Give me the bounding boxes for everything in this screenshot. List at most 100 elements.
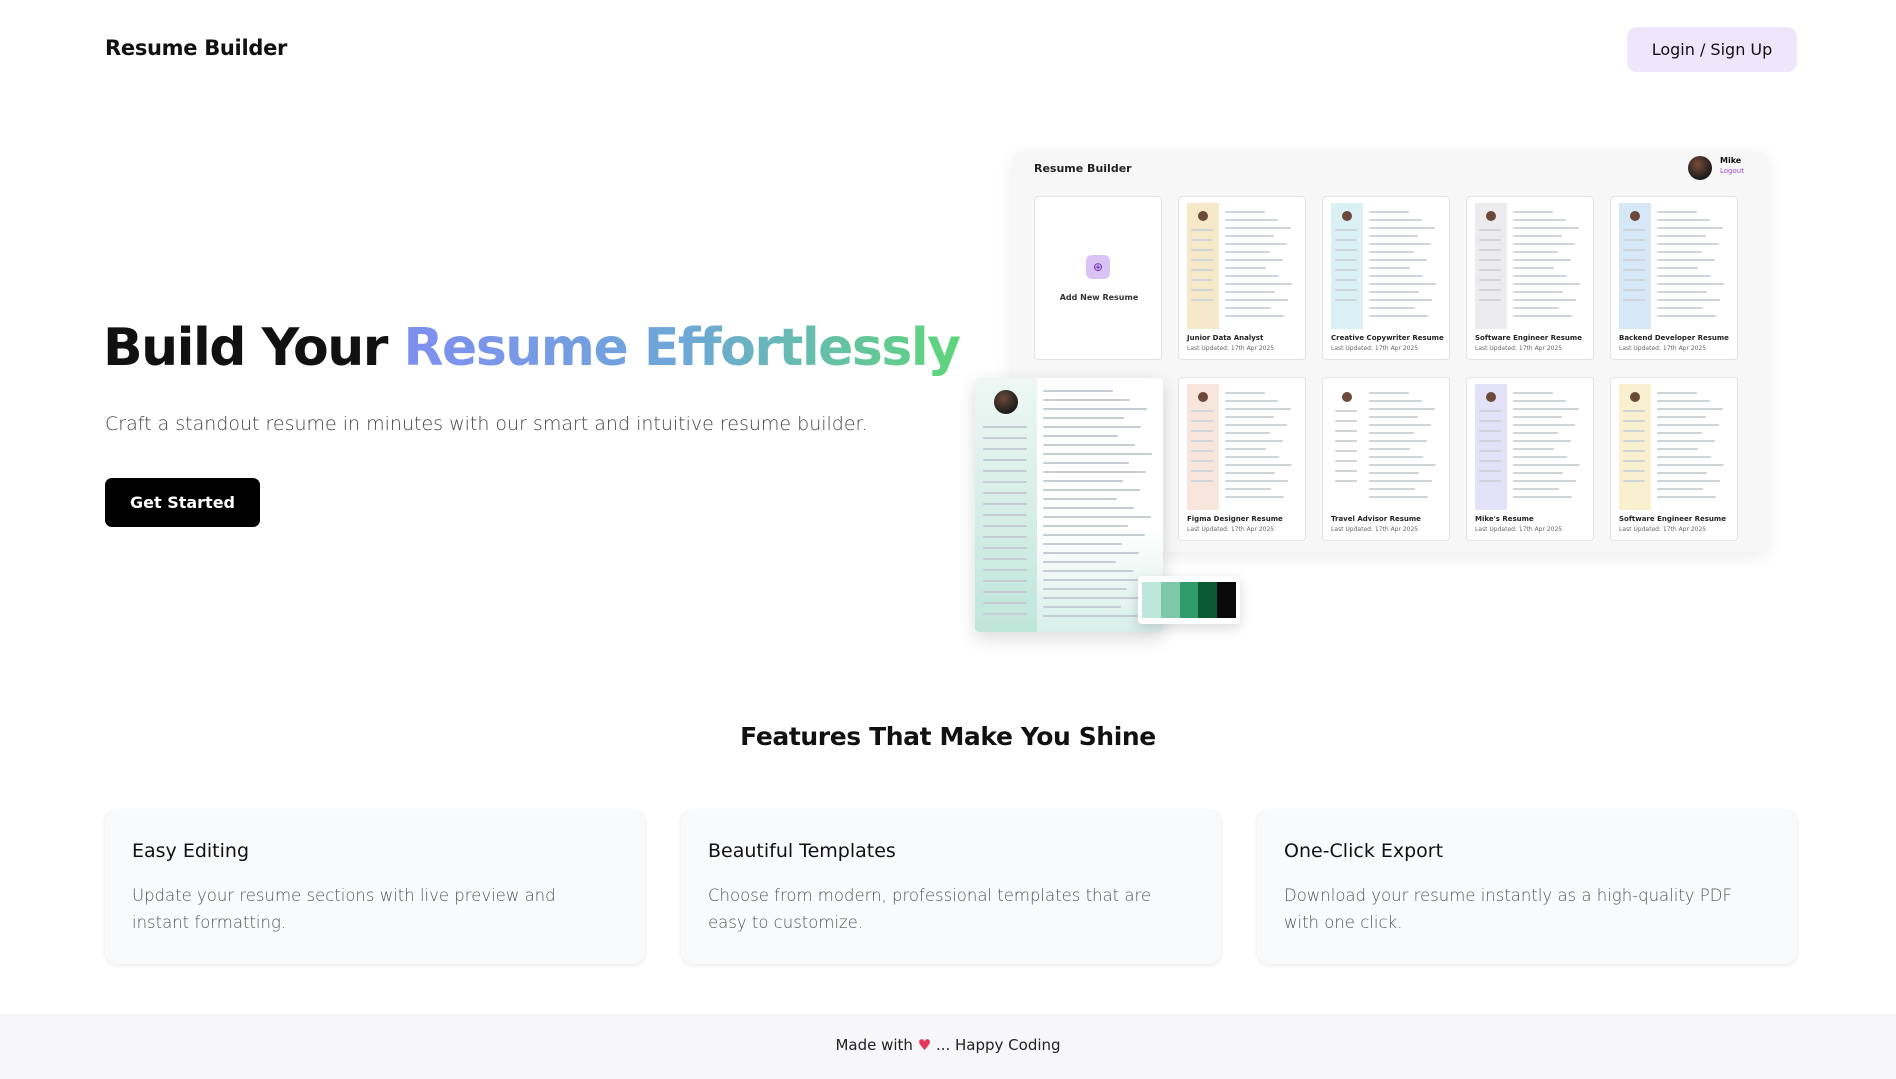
resume-thumbnail: [1187, 384, 1297, 510]
resume-thumbnail-line: [1369, 424, 1431, 426]
resume-thumbnail-line: [1623, 410, 1645, 412]
resume-thumbnail-line: [1513, 235, 1562, 237]
resume-card-name: Travel Advisor Resume: [1331, 515, 1421, 523]
resume-card-date: Last Updated: 17th Apr 2025: [1475, 345, 1563, 352]
resume-thumbnail-sidebar: [1187, 384, 1219, 510]
resume-thumbnail-line: [1191, 460, 1213, 462]
resume-thumbnail-avatar: [1630, 211, 1640, 221]
preview-add-resume-card: ⊕ Add New Resume: [1034, 196, 1162, 360]
hero-title-plain: Build Your: [103, 318, 404, 378]
resume-document-line: [1043, 390, 1113, 392]
resume-thumbnail-line: [1335, 249, 1357, 251]
resume-thumbnail-line: [1225, 251, 1270, 253]
resume-thumbnail-line: [1513, 456, 1567, 458]
resume-card-date: Last Updated: 17th Apr 2025: [1475, 526, 1563, 533]
resume-thumbnail-sidebar: [1331, 203, 1363, 329]
resume-thumbnail-line: [1191, 480, 1213, 482]
hero-subtitle: Craft a standout resume in minutes with …: [105, 413, 868, 435]
resume-thumbnail-line: [1335, 460, 1357, 462]
resume-thumbnail-line: [1225, 440, 1283, 442]
resume-thumbnail-line: [1369, 496, 1428, 498]
resume-document-line: [983, 536, 1027, 538]
resume-document-line: [983, 547, 1027, 549]
resume-thumbnail-line: [1369, 259, 1427, 261]
resume-thumbnail-line: [1657, 416, 1706, 418]
resume-document-line: [1043, 489, 1140, 491]
preview-resume-card: Software Engineer Resume Last Updated: 17…: [1466, 196, 1594, 360]
resume-thumbnail-avatar: [1486, 392, 1496, 402]
preview-resume-card: Software Engineer Resume Last Updated: 17…: [1610, 377, 1738, 541]
preview-logout-label: Logout: [1720, 167, 1744, 175]
resume-card-name: Mike's Resume: [1475, 515, 1534, 523]
resume-thumbnail-line: [1335, 299, 1357, 301]
resume-thumbnail-line: [1513, 472, 1563, 474]
resume-thumbnail-line: [1657, 259, 1715, 261]
palette-color: [1142, 582, 1161, 618]
resume-thumbnail-line: [1513, 440, 1571, 442]
heart-icon: ♥: [917, 1036, 932, 1054]
resume-thumbnail-line: [1191, 259, 1213, 261]
resume-thumbnail-line: [1513, 432, 1558, 434]
preview-resume-card: Mike's Resume Last Updated: 17th Apr 2025: [1466, 377, 1594, 541]
resume-document-line: [1043, 534, 1145, 536]
feature-card-beautiful-templates: Beautiful Templates Choose from modern, …: [681, 810, 1221, 964]
resume-thumbnail-line: [1191, 279, 1213, 281]
feature-card-text: Choose from modern, professional templat…: [708, 886, 1152, 932]
resume-thumbnail-line: [1335, 450, 1357, 452]
resume-thumbnail-line: [1225, 211, 1265, 213]
resume-thumbnail-line: [1623, 289, 1645, 291]
feature-card-title: One-Click Export: [1284, 840, 1444, 862]
resume-thumbnail: [1331, 384, 1441, 510]
resume-document-line: [1043, 471, 1146, 473]
resume-thumbnail-line: [1369, 440, 1427, 442]
resume-card-date: Last Updated: 17th Apr 2025: [1187, 526, 1275, 533]
resume-thumbnail-line: [1513, 480, 1576, 482]
resume-thumbnail-line: [1479, 299, 1501, 301]
get-started-button[interactable]: Get Started: [105, 478, 260, 527]
resume-thumbnail-line: [1335, 480, 1357, 482]
resume-thumbnail-line: [1191, 450, 1213, 452]
feature-card-easy-editing: Easy Editing Update your resume sections…: [105, 810, 645, 964]
resume-thumbnail-line: [1479, 289, 1501, 291]
plus-circle-icon: ⊕: [1086, 255, 1110, 279]
resume-thumbnail-line: [1657, 488, 1703, 490]
resume-document-line: [1043, 570, 1133, 572]
resume-thumbnail-line: [1369, 456, 1423, 458]
resume-thumbnail-line: [1657, 307, 1703, 309]
preview-add-label: Add New Resume: [1059, 293, 1139, 302]
resume-document-line: [983, 448, 1027, 450]
resume-thumbnail-line: [1369, 307, 1415, 309]
feature-card-title: Beautiful Templates: [708, 840, 896, 862]
site-header: Resume Builder Login / Sign Up: [0, 0, 1896, 100]
preview-resume-card: Figma Designer Resume Last Updated: 17th …: [1178, 377, 1306, 541]
resume-thumbnail-line: [1657, 392, 1697, 394]
resume-document-line: [983, 503, 1027, 505]
resume-thumbnail-line: [1479, 460, 1501, 462]
resume-card-name: Figma Designer Resume: [1187, 515, 1283, 523]
resume-document-line: [1043, 615, 1138, 617]
resume-document-line: [1043, 453, 1152, 455]
hero-title: Build Your Resume Effortlessly: [103, 318, 961, 378]
resume-thumbnail-line: [1369, 472, 1419, 474]
resume-document-line: [983, 602, 1027, 604]
resume-thumbnail-line: [1335, 259, 1357, 261]
resume-document-line: [1043, 498, 1117, 500]
resume-document-line: [1043, 561, 1116, 563]
resume-thumbnail-line: [1191, 299, 1213, 301]
preview-avatar: [1688, 156, 1712, 180]
resume-thumbnail-line: [1369, 416, 1418, 418]
resume-thumbnail-line: [1657, 267, 1698, 269]
resume-thumbnail-line: [1623, 269, 1645, 271]
resume-thumbnail-line: [1225, 496, 1284, 498]
resume-thumbnail-line: [1191, 269, 1213, 271]
resume-thumbnail-line: [1335, 410, 1357, 412]
feature-card-text: Download your resume instantly as a high…: [1284, 886, 1732, 932]
resume-thumbnail-line: [1369, 291, 1419, 293]
resume-thumbnail-line: [1479, 420, 1501, 422]
resume-thumbnail-line: [1657, 243, 1719, 245]
login-signup-button[interactable]: Login / Sign Up: [1627, 27, 1797, 72]
resume-thumbnail: [1475, 203, 1585, 329]
brand-logo[interactable]: Resume Builder: [105, 36, 287, 60]
resume-document-line: [1043, 462, 1129, 464]
resume-thumbnail-sidebar: [1619, 384, 1651, 510]
